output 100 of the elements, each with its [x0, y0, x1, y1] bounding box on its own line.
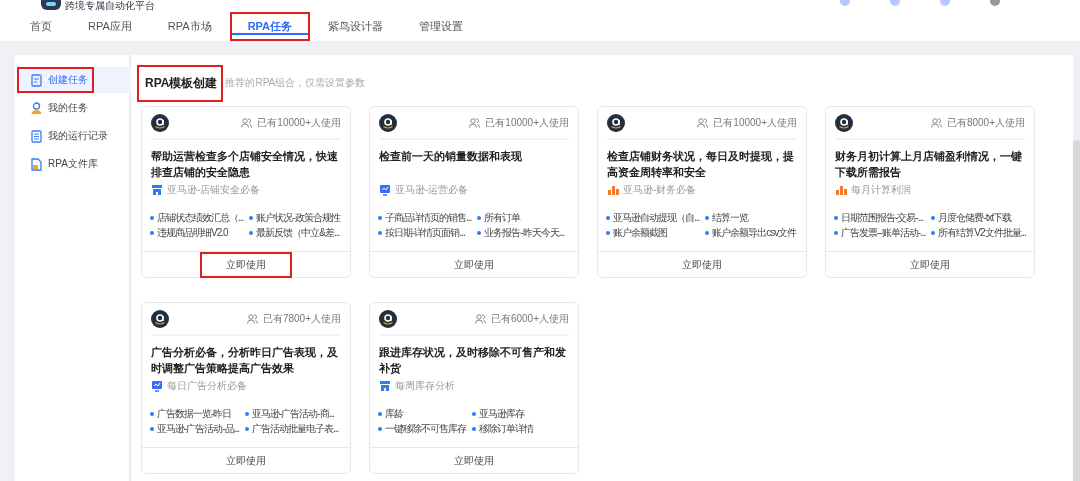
users-icon — [697, 118, 709, 128]
section-subtitle: 推荐的RPA组合，仅需设置参数 — [225, 76, 366, 90]
card-title: 广告分析必备，分析昨日广告表现，及时调整广告策略提高广告效果 — [151, 345, 339, 376]
bar-chart-icon — [835, 184, 847, 196]
bullet-icon — [245, 427, 249, 431]
store-icon — [379, 380, 391, 392]
step-item: 一键移除不可售库存 — [385, 422, 466, 436]
step-item: 亚马逊-广告活动-商... — [252, 407, 334, 421]
bullet-icon — [931, 216, 936, 220]
amazon-logo-icon — [151, 114, 169, 132]
step-item: 账户余额截图 — [613, 226, 667, 240]
users-icon — [469, 118, 481, 128]
file-icon — [30, 157, 43, 171]
usage-count: 已有10000+人使用 — [257, 116, 341, 130]
step-item: 违规商品明细V2.0 — [157, 226, 228, 240]
usage-count: 已有8000+人使用 — [946, 116, 1025, 130]
bullet-icon — [378, 427, 382, 431]
usage-count: 已有7800+人使用 — [262, 312, 341, 326]
bullet-icon — [834, 231, 838, 235]
step-item: 移除订单详情 — [479, 422, 533, 436]
category-label: 每周库存分析 — [395, 379, 455, 393]
step-item: 亚马逊-广告活动-品... — [157, 422, 239, 436]
nav-tab[interactable]: RPA任务 — [229, 12, 311, 41]
users-icon — [246, 314, 258, 324]
use-now-button[interactable]: 立即使用 — [428, 447, 520, 474]
step-item: 店铺状态绩效汇总（... — [157, 211, 244, 225]
bar-chart-icon — [607, 184, 619, 196]
step-item: 广告数据一览-昨日 — [157, 407, 232, 421]
bullet-icon — [606, 216, 610, 220]
monitor-icon — [379, 184, 391, 196]
nav-tab[interactable]: 首页 — [12, 12, 70, 41]
scrollbar[interactable] — [1073, 140, 1080, 481]
step-item: 按日期-详情页面销... — [385, 226, 465, 240]
sidebar-item[interactable]: RPA文件库 — [17, 151, 104, 177]
sidebar-item[interactable]: 我的运行记录 — [17, 123, 114, 149]
category-label: 亚马逊-店铺安全必备 — [167, 183, 261, 197]
nav-tab[interactable]: 紫鸟设计器 — [310, 12, 402, 41]
use-now-button[interactable]: 立即使用 — [656, 251, 748, 278]
step-item: 业务报告-昨天今天... — [484, 226, 564, 240]
list-icon — [30, 129, 43, 143]
card-title: 检查店铺财务状况，每日及时提现，提高资金周转率和安全 — [607, 149, 795, 180]
category-label: 每日广告分析必备 — [167, 379, 247, 393]
bullet-icon — [931, 231, 936, 235]
bullet-icon — [472, 412, 476, 416]
bullet-icon — [150, 231, 154, 235]
bullet-icon — [705, 216, 710, 220]
monitor-icon — [151, 380, 163, 392]
category-label: 亚马逊-财务必备 — [623, 183, 697, 197]
bullet-icon — [477, 231, 482, 235]
step-item: 库龄 — [385, 407, 403, 421]
usage-count: 已有10000+人使用 — [485, 116, 569, 130]
amazon-logo-icon — [607, 114, 625, 132]
bullet-icon — [378, 216, 382, 220]
step-item: 账户余额导出csv文件 — [712, 226, 797, 240]
card-title: 财务月初计算上月店铺盈利情况，一键下载所需报告 — [835, 149, 1023, 180]
step-item: 所有结算V2文件批量... — [938, 226, 1026, 240]
step-item: 子商品详情页的销售... — [385, 211, 472, 225]
sidebar-item[interactable]: 我的任务 — [17, 95, 94, 121]
step-item: 广告发票--账单活动-... — [841, 226, 926, 240]
nav-tab[interactable]: 管理设置 — [401, 12, 482, 41]
card-title: 跟进库存状况，及时移除不可售产和发补货 — [379, 345, 567, 376]
step-item: 广告活动批量电子表... — [252, 422, 339, 436]
users-icon — [474, 314, 486, 324]
card-title: 帮助运营检查多个店铺安全情况，快速排查店铺的安全隐患 — [151, 149, 339, 180]
bullet-icon — [378, 231, 382, 235]
store-icon — [151, 184, 163, 196]
users-icon — [241, 118, 253, 128]
use-now-button[interactable]: 立即使用 — [428, 251, 520, 278]
step-item: 亚马逊库存 — [479, 407, 524, 421]
bullet-icon — [150, 412, 154, 416]
amazon-logo-icon — [379, 114, 397, 132]
bullet-icon — [834, 216, 838, 220]
platform-subtitle: 跨境专属自动化平台 — [65, 0, 155, 11]
bullet-icon — [249, 231, 254, 235]
nav-tab[interactable]: RPA应用 — [70, 12, 150, 41]
step-item: 亚马逊自动提现（自... — [613, 211, 700, 225]
category-label: 亚马逊-运营必备 — [395, 183, 469, 197]
amazon-logo-icon — [379, 310, 397, 328]
usage-count: 已有6000+人使用 — [490, 312, 569, 326]
bullet-icon — [705, 231, 710, 235]
bullet-icon — [477, 216, 482, 220]
bullet-icon — [245, 412, 249, 416]
step-item: 日期范围报告-交易-... — [841, 211, 923, 225]
bullet-icon — [150, 216, 154, 220]
card-title: 检查前一天的销量数据和表现 — [379, 149, 523, 164]
bullet-icon — [606, 231, 610, 235]
use-now-button[interactable]: 立即使用 — [884, 251, 976, 278]
category-label: 每月计算利润 — [851, 183, 911, 197]
robot-logo-icon — [40, 0, 62, 10]
bullet-icon — [378, 412, 382, 416]
use-now-button[interactable]: 立即使用 — [200, 251, 292, 278]
nav-tab[interactable]: RPA市场 — [149, 12, 230, 41]
bullet-icon — [249, 216, 254, 220]
use-now-button[interactable]: 立即使用 — [200, 447, 292, 474]
amazon-logo-icon — [151, 310, 169, 328]
bullet-icon — [472, 427, 476, 431]
step-item: 月度仓储费-txt下载 — [938, 211, 1012, 225]
step-item: 最新反馈（中立&差... — [256, 226, 340, 240]
step-item: 账户状况-政策合规性 — [256, 211, 340, 225]
usage-count: 已有10000+人使用 — [713, 116, 797, 130]
